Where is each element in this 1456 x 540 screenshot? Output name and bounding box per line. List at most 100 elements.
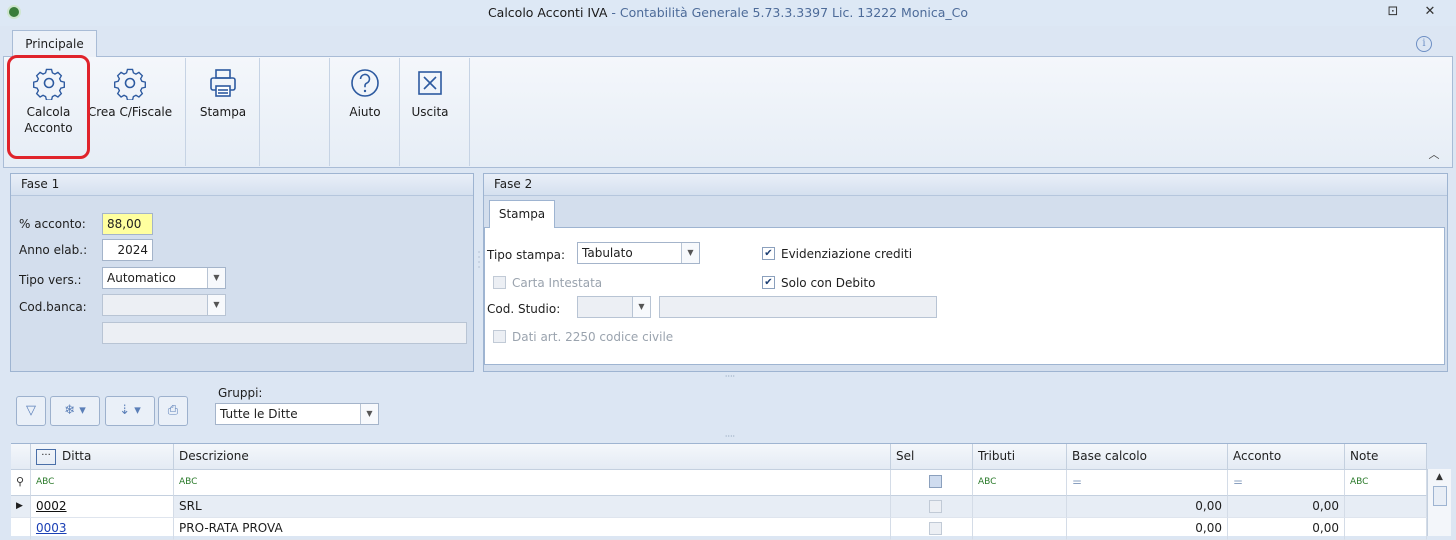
cod-banca-combo[interactable]: ▼: [102, 294, 226, 316]
cell-descrizione: PRO-RATA PROVA: [174, 518, 891, 540]
column-header-base-calcolo[interactable]: Base calcolo: [1067, 444, 1228, 470]
dati-art-checkbox[interactable]: [493, 330, 506, 343]
tipo-vers-value: Automatico: [107, 271, 176, 285]
ditte-grid: ··· Ditta Descrizione Sel Tributi Base ca…: [11, 443, 1427, 540]
cod-banca-label: Cod.banca:: [19, 300, 87, 314]
ditta-link[interactable]: 0003: [36, 521, 67, 535]
anno-label: Anno elab.:: [19, 243, 88, 257]
column-header-tributi[interactable]: Tributi: [973, 444, 1067, 470]
stampa-label: Stampa: [199, 105, 247, 119]
filter-base-calcolo[interactable]: =: [1067, 470, 1228, 496]
tab-stampa[interactable]: Stampa: [489, 200, 555, 228]
fase1-title: Fase 1: [11, 174, 473, 196]
cod-studio-combo[interactable]: ▼: [577, 296, 651, 318]
filter-descrizione[interactable]: ABC: [174, 470, 891, 496]
scroll-up-icon[interactable]: ▲: [1428, 472, 1451, 482]
vertical-scrollbar[interactable]: ▲: [1427, 469, 1451, 536]
filter-button[interactable]: ▽: [16, 396, 46, 426]
ribbon-separator: [329, 58, 330, 166]
column-header-descrizione[interactable]: Descrizione: [174, 444, 891, 470]
row-indicator-header: [11, 444, 31, 470]
close-box-icon: [418, 71, 442, 95]
solo-debito-label: Solo con Debito: [781, 276, 876, 290]
cell-acconto: 0,00: [1228, 518, 1345, 540]
gear-icon: [114, 68, 146, 100]
cell-sel[interactable]: [891, 518, 973, 540]
aiuto-label: Aiuto: [349, 105, 381, 119]
chevron-down-icon[interactable]: ▼: [632, 297, 650, 317]
acconto-input[interactable]: 88,00: [102, 213, 153, 235]
sort-button[interactable]: ⇣ ▾: [105, 396, 155, 426]
printer-icon: ⎙: [167, 403, 179, 418]
stampa-button[interactable]: Stampa: [190, 58, 256, 158]
sort-icon: ⇣ ▾: [119, 403, 141, 418]
cell-ditta[interactable]: 0002: [31, 496, 174, 518]
tipo-vers-combo[interactable]: Automatico ▼: [102, 267, 226, 289]
cell-note: [1345, 496, 1427, 518]
tipo-stampa-label: Tipo stampa:: [487, 248, 566, 262]
collapse-ribbon-icon[interactable]: ︿: [1427, 146, 1441, 161]
cell-ditta[interactable]: 0003: [31, 518, 174, 540]
gruppi-combo[interactable]: Tutte le Ditte ▼: [215, 403, 379, 425]
solo-debito-checkbox[interactable]: ✔: [762, 276, 775, 289]
chevron-down-icon[interactable]: ▼: [360, 404, 378, 424]
filter-ditta[interactable]: ABC: [31, 470, 174, 496]
chevron-down-icon[interactable]: ▼: [207, 268, 225, 288]
cod-studio-label: Cod. Studio:: [487, 302, 561, 316]
filter-acconto[interactable]: =: [1228, 470, 1345, 496]
tipo-stampa-value: Tabulato: [582, 246, 633, 260]
row-select-checkbox[interactable]: [929, 522, 942, 535]
row-select-checkbox[interactable]: [929, 500, 942, 513]
column-header-sel[interactable]: Sel: [891, 444, 973, 470]
splitter-grip[interactable]: ····: [715, 432, 745, 441]
carta-intestata-checkbox[interactable]: [493, 276, 506, 289]
evidenziazione-crediti-checkbox[interactable]: ✔: [762, 247, 775, 260]
filter-sel[interactable]: [891, 470, 973, 496]
scroll-thumb[interactable]: [1432, 486, 1447, 506]
ditta-link[interactable]: 0002: [36, 499, 67, 513]
filter-sel-checkbox[interactable]: [929, 475, 942, 488]
restore-window-icon[interactable]: ⊡: [1382, 2, 1404, 24]
column-header-note[interactable]: Note: [1345, 444, 1427, 470]
ribbon-separator: [185, 58, 186, 166]
cell-sel[interactable]: [891, 496, 973, 518]
close-window-icon[interactable]: ✕: [1419, 2, 1441, 24]
cod-studio-description-field: [659, 296, 937, 318]
carta-intestata-label: Carta Intestata: [512, 276, 603, 290]
column-header-acconto[interactable]: Acconto: [1228, 444, 1345, 470]
chevron-down-icon[interactable]: ▼: [207, 295, 225, 315]
print-grid-button[interactable]: ⎙: [158, 396, 188, 426]
column-chooser-icon[interactable]: ···: [36, 448, 56, 465]
crea-cfiscale-button[interactable]: Crea C/Fiscale: [86, 58, 174, 158]
cell-base-calcolo: 0,00: [1067, 496, 1228, 518]
info-icon[interactable]: i: [1416, 36, 1432, 52]
window-title: Calcolo Acconti IVA - Contabilità Genera…: [487, 5, 969, 20]
column-header-ditta[interactable]: ··· Ditta: [31, 444, 174, 470]
splitter-grip[interactable]: ····: [476, 249, 482, 272]
dati-art-label: Dati art. 2250 codice civile: [512, 330, 674, 344]
tipo-vers-label: Tipo vers.:: [19, 273, 82, 287]
ribbon-separator: [399, 58, 400, 166]
splitter-grip[interactable]: ····: [715, 372, 745, 381]
tipo-stampa-combo[interactable]: Tabulato ▼: [577, 242, 700, 264]
gruppi-label: Gruppi:: [218, 386, 263, 400]
filter-note[interactable]: ABC: [1345, 470, 1427, 496]
ditta-header-label: Ditta: [62, 449, 92, 463]
aiuto-button[interactable]: Aiuto: [334, 58, 396, 158]
fase2-title: Fase 2: [484, 174, 1447, 196]
chevron-down-icon[interactable]: ▼: [681, 243, 699, 263]
ribbon-separator: [469, 58, 470, 166]
highlight-box: [7, 55, 90, 159]
gruppi-value: Tutte le Ditte: [220, 407, 298, 421]
uscita-button[interactable]: Uscita: [402, 58, 458, 158]
banca-description-field: [102, 322, 467, 344]
cell-tributi: [973, 496, 1067, 518]
printer-icon: [210, 69, 236, 97]
tab-principale[interactable]: Principale: [12, 30, 97, 57]
filter-tributi[interactable]: ABC: [973, 470, 1067, 496]
freeze-button[interactable]: ❄ ▾: [50, 396, 100, 426]
ribbon-separator: [259, 58, 260, 166]
anno-input[interactable]: 2024: [102, 239, 153, 261]
help-icon: [351, 69, 379, 97]
cell-descrizione: SRL: [174, 496, 891, 518]
